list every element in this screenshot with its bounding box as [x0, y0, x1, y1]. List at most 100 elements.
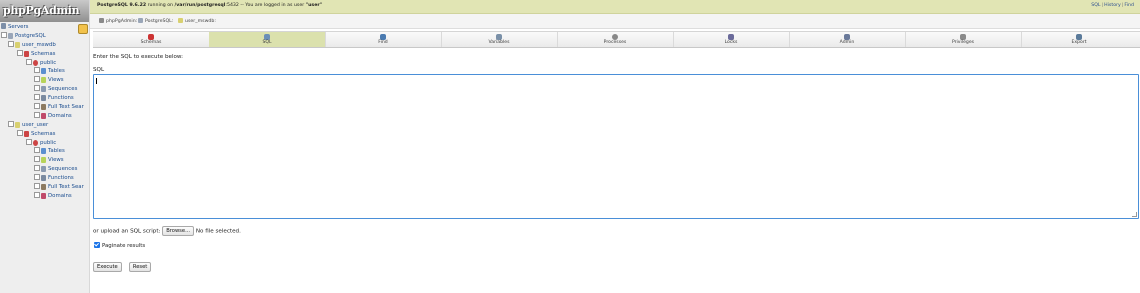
execute-button[interactable]: Execute	[93, 261, 122, 272]
tab-locks[interactable]: Locks	[673, 32, 790, 47]
server-product: PostgreSQL 9.6.22	[97, 3, 147, 8]
tab-variables[interactable]: Variables	[441, 32, 558, 47]
tree-item-functions[interactable]: Functions	[34, 174, 74, 183]
tree-item-fulltext[interactable]: Full Text Sear	[34, 183, 84, 192]
expand-icon[interactable]	[34, 103, 40, 109]
tree-item-sequences[interactable]: Sequences	[34, 165, 77, 174]
tree-item-views[interactable]: Views	[34, 76, 64, 85]
tab-sql[interactable]: SQL	[209, 32, 326, 47]
paginate-checkbox[interactable]	[94, 242, 100, 248]
tab-privileges[interactable]: Privileges	[905, 32, 1022, 47]
servers-icon	[1, 23, 6, 29]
tree-schemas[interactable]: Schemas	[17, 50, 55, 59]
paginate-row: Paginate results	[94, 242, 145, 250]
top-bar: PostgreSQL 9.6.22 running on /var/run/po…	[90, 0, 1140, 14]
tables-icon	[41, 148, 46, 154]
breadcrumb-item[interactable]: phpPgAdmin:	[99, 18, 137, 24]
tab-bar: Schemas SQL Find Variables Processes Loc…	[93, 31, 1140, 48]
form-actions: Execute Reset	[93, 256, 153, 275]
sidebar: phpPgAdmin Servers PostgreSQL user_mswdb…	[0, 0, 90, 293]
top-links: SQL|History|Find	[1091, 3, 1134, 8]
collapse-icon[interactable]	[26, 59, 32, 65]
tree-servers[interactable]: Servers	[1, 23, 29, 32]
logo-text: phpPgAdmin	[3, 4, 80, 17]
schema-icon	[33, 140, 38, 146]
domains-icon	[41, 193, 46, 199]
server-socket: /var/run/postgresql	[174, 3, 226, 8]
database-icon	[15, 122, 20, 128]
upload-row: or upload an SQL script: Browse... No fi…	[93, 226, 241, 236]
link-history[interactable]: History	[1104, 3, 1121, 8]
file-status: No file selected.	[195, 228, 241, 235]
tree-item-fulltext[interactable]: Full Text Sear	[34, 103, 84, 112]
tree-item-sequences[interactable]: Sequences	[34, 85, 77, 94]
expand-icon[interactable]	[34, 165, 40, 171]
refresh-icon[interactable]	[78, 24, 88, 34]
schemas-icon	[24, 131, 29, 137]
tables-icon	[41, 68, 46, 74]
tree-item-views[interactable]: Views	[34, 156, 64, 165]
functions-icon	[41, 95, 46, 101]
tree-item-domains[interactable]: Domains	[34, 192, 72, 201]
collapse-icon[interactable]	[17, 50, 23, 56]
paginate-label[interactable]: Paginate results	[102, 243, 145, 249]
tree-schemas[interactable]: Schemas	[17, 130, 55, 139]
collapse-icon[interactable]	[26, 139, 32, 145]
tab-export[interactable]: Export	[1021, 32, 1137, 47]
expand-icon[interactable]	[34, 147, 40, 153]
tab-find[interactable]: Find	[325, 32, 442, 47]
views-icon	[41, 77, 46, 83]
upload-label: or upload an SQL script:	[93, 228, 161, 235]
sequences-icon	[41, 166, 46, 172]
tree-item-tables[interactable]: Tables	[34, 67, 65, 76]
tab-schemas[interactable]: Schemas	[93, 32, 210, 47]
sql-textarea[interactable]	[93, 74, 1139, 219]
link-sql[interactable]: SQL	[1091, 3, 1100, 8]
expand-icon[interactable]	[34, 67, 40, 73]
text-caret	[96, 78, 97, 84]
link-find[interactable]: Find	[1124, 3, 1134, 8]
expand-icon[interactable]	[34, 156, 40, 162]
resize-handle[interactable]	[1132, 212, 1137, 217]
database-icon	[15, 42, 20, 48]
reset-button[interactable]: Reset	[128, 261, 152, 272]
expand-icon[interactable]	[34, 112, 40, 118]
tab-admin[interactable]: Admin	[789, 32, 906, 47]
domains-icon	[41, 113, 46, 119]
expand-icon[interactable]	[34, 76, 40, 82]
fulltext-icon	[41, 104, 46, 110]
tree-database[interactable]: user_user	[8, 121, 48, 130]
app-logo[interactable]: phpPgAdmin	[0, 0, 89, 22]
collapse-icon[interactable]	[1, 32, 7, 38]
collapse-icon[interactable]	[8, 41, 14, 47]
sequences-icon	[41, 86, 46, 92]
port-text: :5432 -- You are logged in as user	[225, 3, 306, 8]
collapse-icon[interactable]	[17, 130, 23, 136]
tree-server-postgresql[interactable]: PostgreSQL	[1, 32, 46, 41]
fulltext-icon	[41, 184, 46, 190]
expand-icon[interactable]	[34, 174, 40, 180]
breadcrumb-item[interactable]: PostgreSQL:	[138, 18, 173, 24]
phppgadmin-icon	[99, 18, 104, 23]
server-icon	[8, 33, 13, 39]
expand-icon[interactable]	[34, 94, 40, 100]
tab-processes[interactable]: Processes	[557, 32, 674, 47]
expand-icon[interactable]	[34, 192, 40, 198]
tree-item-functions[interactable]: Functions	[34, 94, 74, 103]
tree-database[interactable]: user_mswdb	[8, 41, 56, 50]
sql-label: SQL	[93, 67, 105, 73]
tree-item-tables[interactable]: Tables	[34, 147, 65, 156]
tree-item-domains[interactable]: Domains	[34, 112, 72, 121]
expand-icon[interactable]	[34, 85, 40, 91]
expand-icon[interactable]	[34, 183, 40, 189]
schemas-icon	[24, 51, 29, 57]
schema-icon	[33, 60, 38, 66]
instruction-text: Enter the SQL to execute below:	[93, 54, 184, 60]
breadcrumb-item[interactable]: user_mswdb:	[178, 18, 216, 24]
database-icon	[178, 18, 183, 23]
server-info: PostgreSQL 9.6.22 running on /var/run/po…	[97, 3, 322, 8]
collapse-icon[interactable]	[8, 121, 14, 127]
breadcrumb: phpPgAdmin: PostgreSQL: user_mswdb:	[90, 14, 1140, 29]
views-icon	[41, 157, 46, 163]
browse-button[interactable]: Browse...	[162, 226, 195, 236]
